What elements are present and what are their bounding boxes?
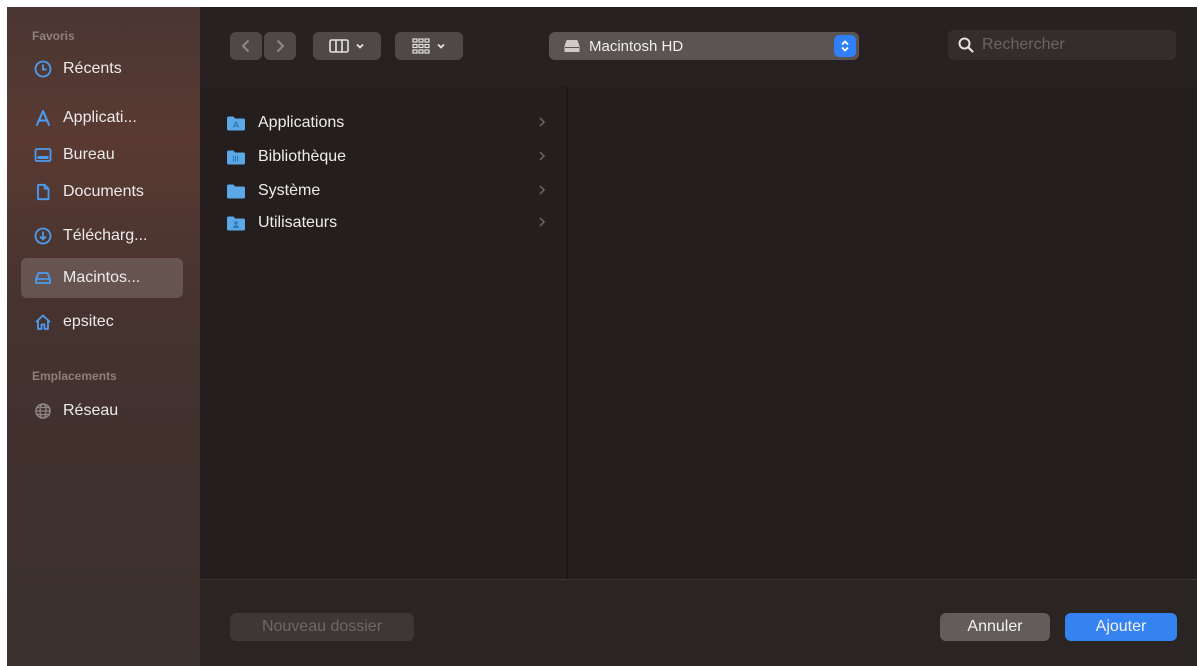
search-field[interactable] (948, 30, 1176, 60)
sidebar-item-downloads[interactable]: Télécharg... (21, 216, 183, 256)
file-name: Applications (258, 114, 345, 131)
document-icon (33, 182, 53, 202)
sidebar-item-home[interactable]: epsitec (21, 302, 183, 342)
new-folder-button[interactable]: Nouveau dossier (230, 613, 414, 641)
sidebar-section-locations: Emplacements (32, 369, 117, 383)
library-folder-icon (227, 150, 245, 165)
location-label: Macintosh HD (589, 37, 684, 55)
column-divider[interactable] (566, 87, 568, 579)
back-button[interactable] (230, 32, 262, 60)
applications-folder-icon (227, 116, 245, 131)
file-row-system[interactable]: Système (226, 176, 556, 206)
cancel-button[interactable]: Annuler (940, 613, 1050, 641)
sidebar: Favoris Récents Applicati... Bureau Docu… (7, 7, 200, 666)
toolbar: Macintosh HD (200, 7, 1197, 87)
sidebar-item-label: Récents (63, 60, 122, 77)
chevron-right-icon (539, 185, 546, 195)
system-folder-icon (227, 184, 245, 199)
group-by-button[interactable] (395, 32, 463, 60)
chevron-right-icon (276, 39, 285, 53)
applications-icon (33, 108, 53, 128)
dialog-footer: Nouveau dossier Annuler Ajouter (200, 579, 1197, 666)
users-folder-icon (227, 216, 245, 231)
file-row-applications[interactable]: Applications (226, 108, 556, 138)
sidebar-item-label: Macintos... (63, 269, 141, 286)
location-popup[interactable]: Macintosh HD (549, 32, 859, 60)
view-columns-button[interactable] (313, 32, 381, 60)
hard-drive-icon (564, 40, 580, 52)
sidebar-item-documents[interactable]: Documents (21, 172, 183, 212)
hard-drive-icon (33, 268, 53, 288)
up-down-chevron-icon (841, 40, 849, 52)
columns-view-icon (329, 39, 349, 53)
sidebar-item-label: Applicati... (63, 109, 137, 126)
chevron-right-icon (539, 217, 546, 227)
clock-icon (33, 59, 53, 79)
location-stepper[interactable] (834, 35, 856, 57)
file-name: Système (258, 182, 321, 199)
sidebar-item-network[interactable]: Réseau (21, 391, 183, 431)
search-input[interactable] (980, 35, 1164, 55)
open-dialog-window: Favoris Récents Applicati... Bureau Docu… (7, 7, 1197, 666)
search-icon (958, 37, 974, 53)
sidebar-section-favorites: Favoris (32, 29, 75, 43)
browser-area: Macintosh HD Applications Bibliothèque (200, 7, 1197, 579)
chevron-right-icon (539, 151, 546, 161)
grid-icon (412, 38, 430, 54)
chevron-down-icon (437, 43, 445, 49)
chevron-left-icon (241, 39, 250, 53)
sidebar-item-macintosh-hd[interactable]: Macintos... (21, 258, 183, 298)
home-icon (33, 312, 53, 332)
sidebar-item-recents[interactable]: Récents (21, 49, 183, 89)
chevron-right-icon (539, 117, 546, 127)
file-row-library[interactable]: Bibliothèque (226, 142, 556, 172)
file-name: Bibliothèque (258, 148, 347, 165)
file-name: Utilisateurs (258, 214, 338, 231)
sidebar-item-label: Réseau (63, 402, 119, 419)
sidebar-item-label: Télécharg... (63, 227, 148, 244)
sidebar-item-label: Documents (63, 183, 144, 200)
chevron-down-icon (356, 43, 364, 49)
forward-button[interactable] (264, 32, 296, 60)
sidebar-item-label: Bureau (63, 146, 115, 163)
file-row-users[interactable]: Utilisateurs (226, 208, 556, 238)
sidebar-item-desktop[interactable]: Bureau (21, 135, 183, 175)
network-globe-icon (33, 401, 53, 421)
desktop-icon (33, 145, 53, 165)
add-button[interactable]: Ajouter (1065, 613, 1177, 641)
file-column: Applications Bibliothèque Système Utilis… (200, 87, 566, 579)
sidebar-item-applications[interactable]: Applicati... (21, 98, 183, 138)
download-icon (33, 226, 53, 246)
sidebar-item-label: epsitec (63, 313, 114, 330)
